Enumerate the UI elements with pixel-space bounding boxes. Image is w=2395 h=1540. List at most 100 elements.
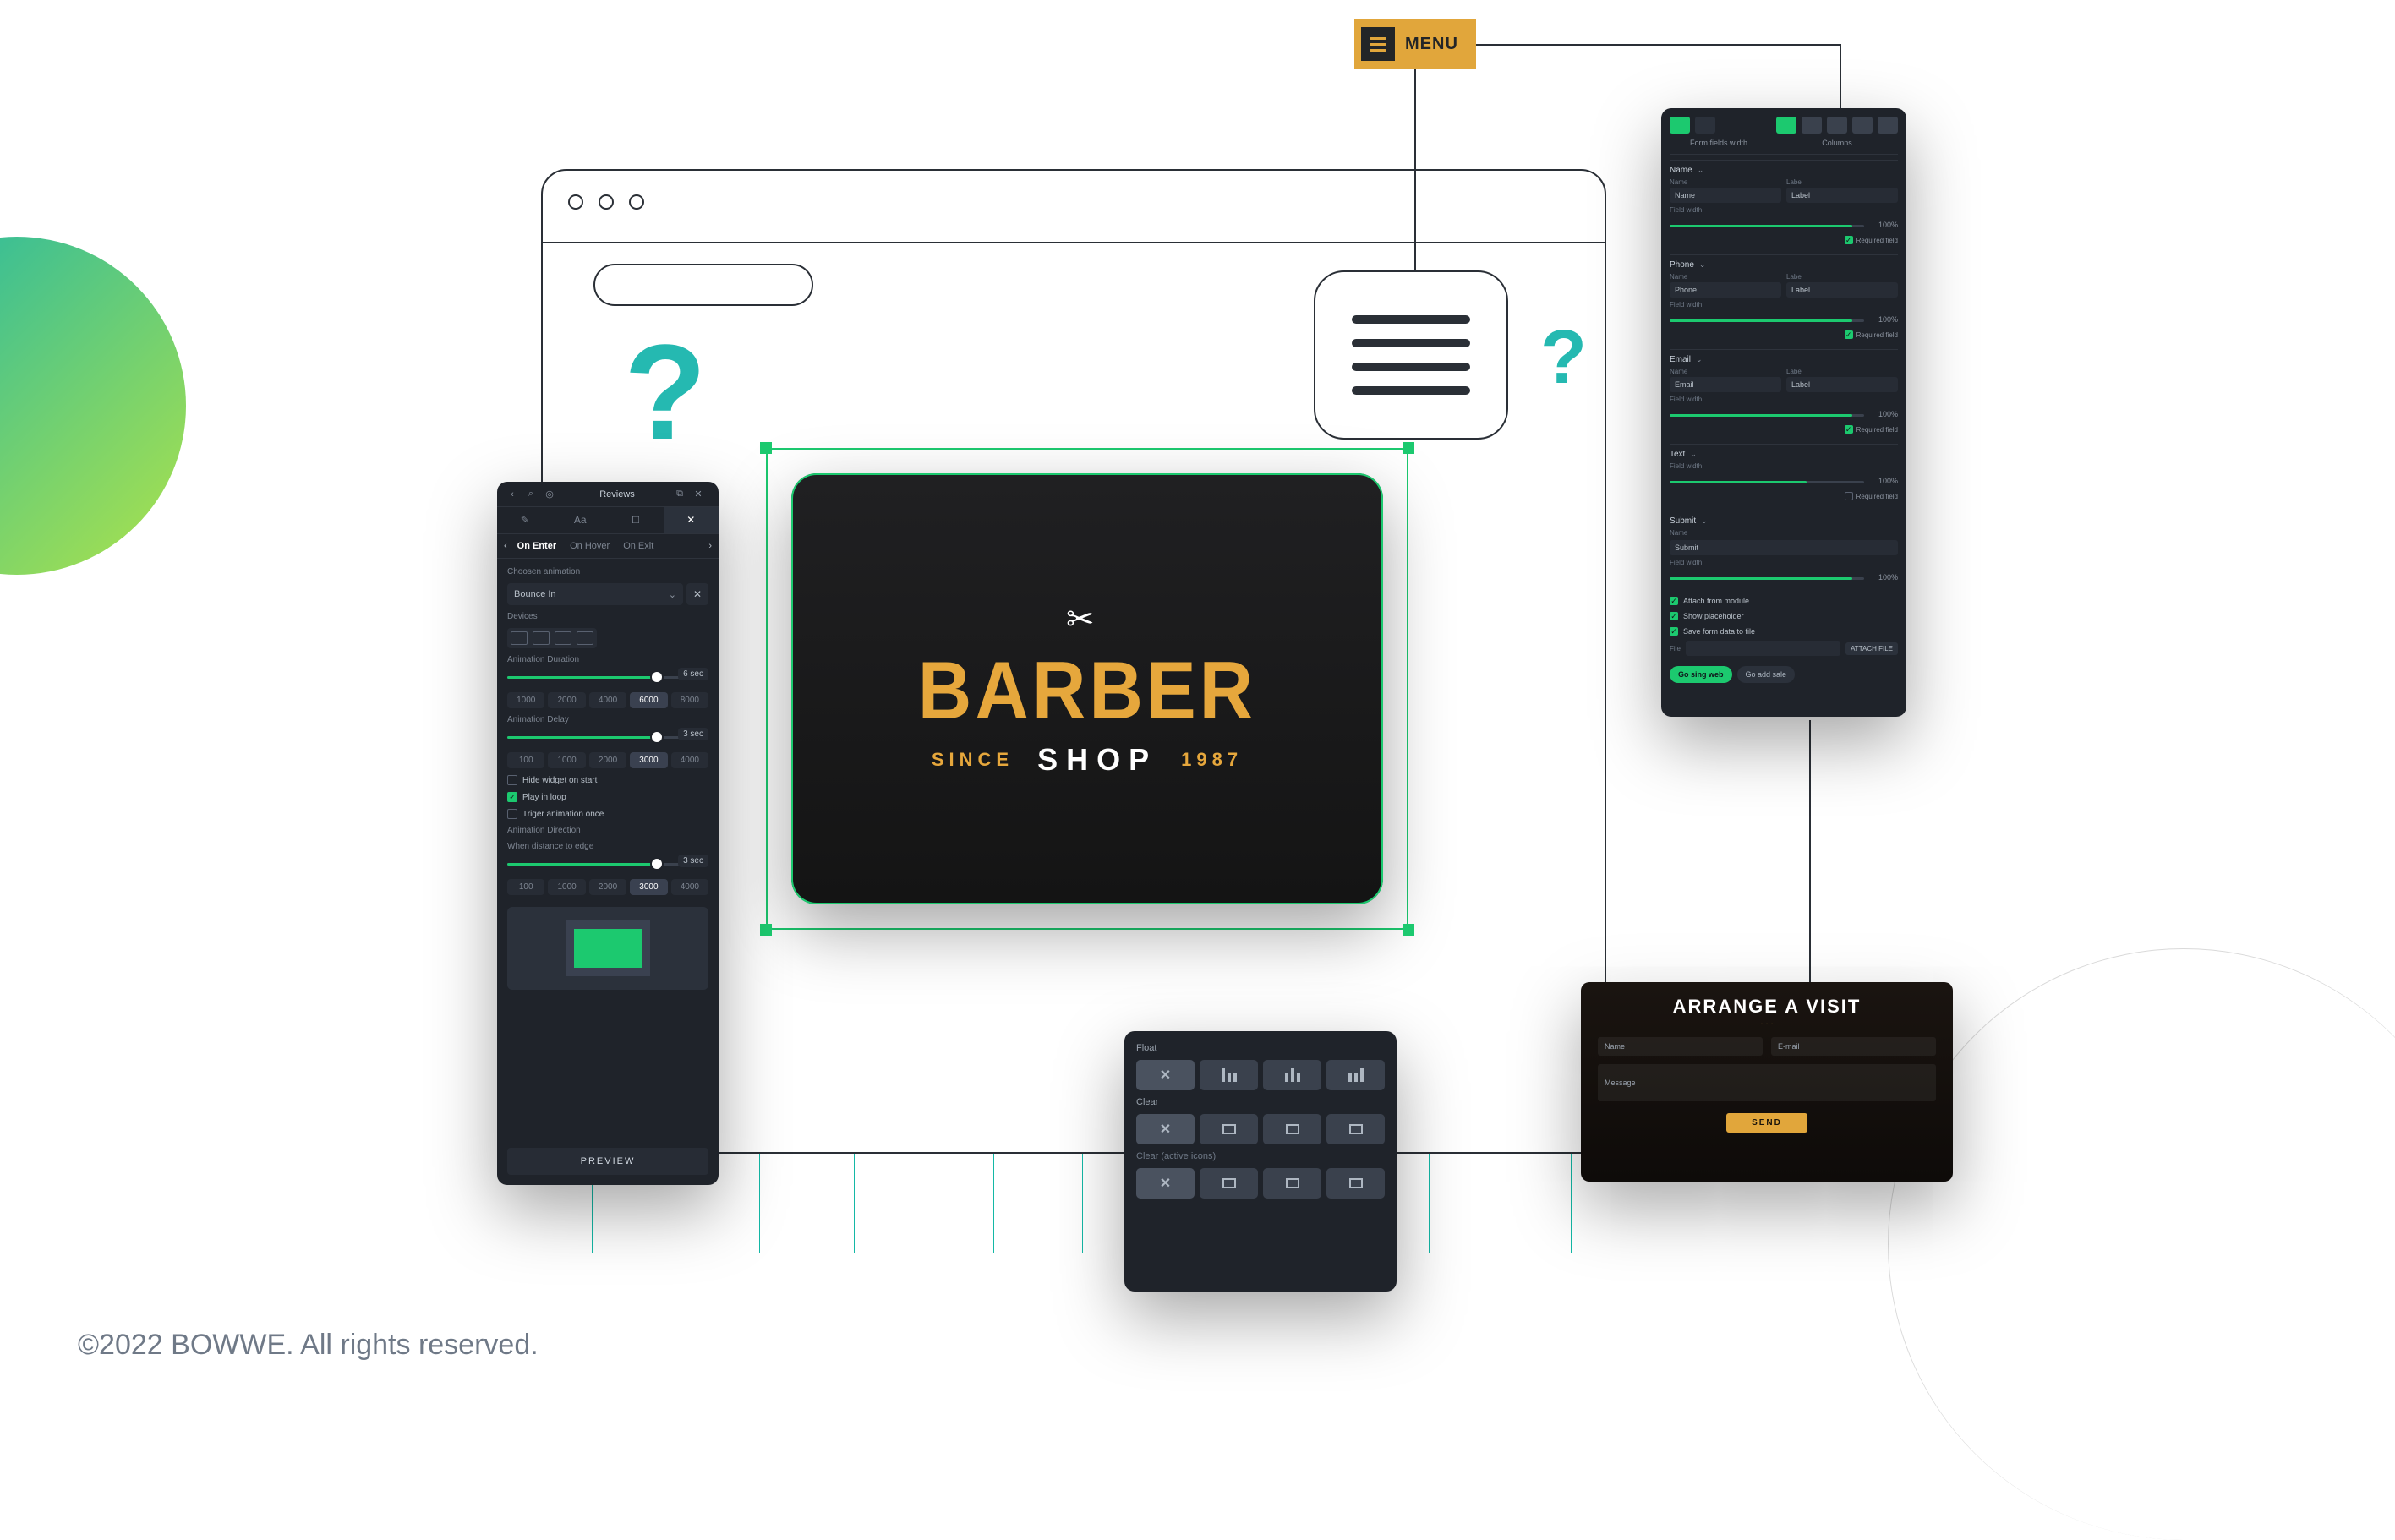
animation-select[interactable]: Bounce In ⌄ — [507, 583, 683, 605]
required-toggle[interactable]: ✓Required field — [1670, 236, 1898, 244]
pill[interactable]: 4000 — [589, 692, 626, 708]
column-swatch[interactable] — [1852, 117, 1873, 134]
subtab-on-hover[interactable]: On Hover — [566, 539, 613, 553]
device-tablet[interactable] — [555, 631, 571, 645]
pill[interactable]: 1000 — [548, 752, 585, 768]
chevron-right-icon[interactable]: › — [708, 541, 712, 551]
clear-active-right[interactable] — [1326, 1168, 1385, 1199]
field-name-input[interactable]: Phone — [1670, 282, 1781, 298]
close-icon[interactable]: ✕ — [692, 488, 705, 501]
pill[interactable]: 4000 — [671, 752, 708, 768]
tab-text[interactable]: Aa — [553, 507, 609, 533]
check-show-placeholder[interactable]: ✓Show placeholder — [1670, 612, 1898, 620]
chevron-left-icon[interactable]: ‹ — [504, 541, 507, 551]
pill[interactable]: 1000 — [548, 879, 585, 895]
target-icon[interactable]: ◎ — [543, 488, 556, 501]
clear-right[interactable] — [1326, 1114, 1385, 1144]
layout-swatch[interactable] — [1695, 117, 1715, 134]
attach-file-button[interactable]: ATTACH FILE — [1845, 642, 1898, 655]
required-toggle[interactable]: ✓Required field — [1670, 425, 1898, 434]
submit-name-input[interactable]: Submit — [1670, 540, 1898, 555]
check-attach-module[interactable]: ✓Attach from module — [1670, 597, 1898, 605]
layout-swatch[interactable] — [1670, 117, 1690, 134]
pill[interactable]: 2000 — [589, 752, 626, 768]
clear-none[interactable]: ✕ — [1136, 1114, 1195, 1144]
pill[interactable]: 4000 — [671, 879, 708, 895]
copy-icon[interactable]: ⧉ — [673, 488, 686, 501]
field-name-input[interactable]: Name — [1670, 188, 1781, 203]
pill[interactable]: 3000 — [630, 752, 667, 768]
pill[interactable]: 2000 — [548, 692, 585, 708]
section-header[interactable]: Phone⌄ — [1670, 260, 1898, 270]
device-phone[interactable] — [577, 631, 593, 645]
column-swatch[interactable] — [1827, 117, 1847, 134]
hamburger-widget[interactable] — [1314, 270, 1508, 440]
column-swatch[interactable] — [1878, 117, 1898, 134]
pill[interactable]: 2000 — [589, 879, 626, 895]
pill[interactable]: 8000 — [671, 692, 708, 708]
pill[interactable]: 100 — [507, 752, 544, 768]
field-width-slider[interactable]: 100% — [1670, 477, 1898, 489]
field-name-input[interactable]: Email — [1670, 377, 1781, 392]
column-swatch[interactable] — [1802, 117, 1822, 134]
arrange-message-input[interactable]: Message — [1598, 1064, 1936, 1101]
section-header[interactable]: Name⌄ — [1670, 166, 1898, 175]
arrange-name-input[interactable]: Name — [1598, 1037, 1763, 1056]
required-toggle[interactable]: ✓Required field — [1670, 330, 1898, 339]
go-add-sale-button[interactable]: Go add sale — [1737, 666, 1796, 683]
pill[interactable]: 1000 — [507, 692, 544, 708]
file-path-input[interactable] — [1686, 641, 1840, 656]
delay-slider[interactable]: 3 sec — [507, 731, 708, 744]
field-label-input[interactable]: Label — [1786, 282, 1898, 298]
clear-left[interactable] — [1200, 1114, 1258, 1144]
section-header[interactable]: Submit⌄ — [1670, 516, 1898, 526]
tab-brush[interactable]: ✎ — [497, 507, 553, 533]
subtab-on-enter[interactable]: On Enter — [514, 539, 560, 553]
field-label-input[interactable]: Label — [1786, 188, 1898, 203]
back-icon[interactable]: ‹ — [506, 488, 519, 501]
float-right[interactable] — [1326, 1060, 1385, 1090]
float-left[interactable] — [1200, 1060, 1258, 1090]
field-width-slider[interactable]: 100% — [1670, 315, 1898, 327]
pill[interactable]: 6000 — [630, 692, 667, 708]
field-width-slider[interactable]: 100% — [1670, 573, 1898, 585]
check-hide-on-start[interactable]: Hide widget on start — [507, 775, 708, 785]
arrange-email-input[interactable]: E-mail — [1771, 1037, 1936, 1056]
section-header[interactable]: Text⌄ — [1670, 450, 1898, 459]
pill[interactable]: 100 — [507, 879, 544, 895]
check-play-loop[interactable]: ✓Play in loop — [507, 792, 708, 802]
tab-shuffle[interactable]: ✕ — [664, 507, 719, 533]
device-desktop[interactable] — [511, 631, 528, 645]
section-header[interactable]: Email⌄ — [1670, 355, 1898, 364]
edge-slider[interactable]: 3 sec — [507, 858, 708, 871]
clear-active-left[interactable] — [1200, 1168, 1258, 1199]
field-label-input[interactable]: Label — [1786, 377, 1898, 392]
clear-both[interactable] — [1263, 1114, 1321, 1144]
send-button[interactable]: SEND — [1726, 1113, 1807, 1133]
direction-preview[interactable] — [507, 907, 708, 990]
go-signup-button[interactable]: Go sing web — [1670, 666, 1732, 683]
clear-active-both[interactable] — [1263, 1168, 1321, 1199]
float-center[interactable] — [1263, 1060, 1321, 1090]
column-swatch[interactable] — [1776, 117, 1796, 134]
check-trigger-once[interactable]: Triger animation once — [507, 809, 708, 819]
required-toggle[interactable]: Required field — [1670, 492, 1898, 500]
field-width-slider[interactable]: 100% — [1670, 221, 1898, 232]
resize-handle[interactable] — [760, 924, 772, 936]
check-save-to-file[interactable]: ✓Save form data to file — [1670, 627, 1898, 636]
field-width-slider[interactable]: 100% — [1670, 410, 1898, 422]
search-icon[interactable]: ⌕ — [524, 488, 538, 501]
resize-handle[interactable] — [1403, 924, 1414, 936]
clear-animation-button[interactable]: ✕ — [686, 583, 708, 605]
preview-button[interactable]: PREVIEW — [507, 1148, 708, 1175]
resize-handle[interactable] — [1403, 442, 1414, 454]
tab-layout[interactable]: ⧠ — [608, 507, 664, 533]
clear-active-none[interactable]: ✕ — [1136, 1168, 1195, 1199]
menu-badge[interactable]: MENU — [1354, 19, 1476, 69]
device-laptop[interactable] — [533, 631, 550, 645]
subtab-on-exit[interactable]: On Exit — [620, 539, 657, 553]
pill[interactable]: 3000 — [630, 879, 667, 895]
duration-slider[interactable]: 6 sec — [507, 671, 708, 684]
resize-handle[interactable] — [760, 442, 772, 454]
float-none[interactable]: ✕ — [1136, 1060, 1195, 1090]
